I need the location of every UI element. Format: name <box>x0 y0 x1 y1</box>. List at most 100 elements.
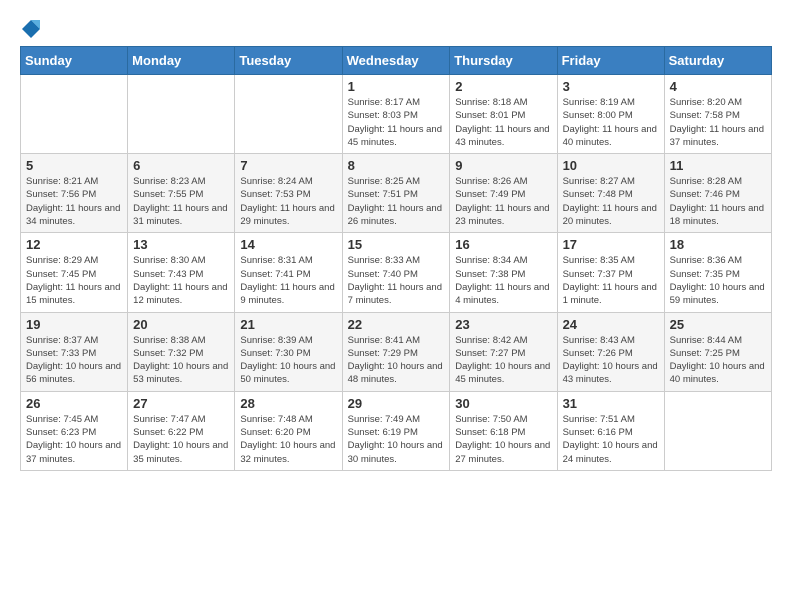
day-of-week-header: Tuesday <box>235 47 342 75</box>
calendar-cell: 18 Sunrise: 8:36 AM Sunset: 7:35 PM Dayli… <box>664 233 771 312</box>
day-info: Sunrise: 8:27 AM Sunset: 7:48 PM Dayligh… <box>563 175 659 228</box>
day-info: Sunrise: 8:43 AM Sunset: 7:26 PM Dayligh… <box>563 334 659 387</box>
day-number: 29 <box>348 396 445 411</box>
calendar-cell: 17Sunrise: 8:35 AM Sunset: 7:37 PM Dayli… <box>557 233 664 312</box>
day-info: Sunrise: 8:21 AM Sunset: 7:56 PM Dayligh… <box>26 175 122 228</box>
calendar-cell: 26 Sunrise: 7:45 AM Sunset: 6:23 PM Dayli… <box>21 391 128 470</box>
day-number: 1 <box>348 79 445 94</box>
day-number: 12 <box>26 237 122 252</box>
calendar-week-row: 1 Sunrise: 8:17 AM Sunset: 8:03 PM Daylig… <box>21 75 772 154</box>
calendar-cell: 21 Sunrise: 8:39 AM Sunset: 7:30 PM Dayli… <box>235 312 342 391</box>
day-info: Sunrise: 8:31 AM Sunset: 7:41 PM Dayligh… <box>240 254 336 307</box>
calendar-cell <box>128 75 235 154</box>
day-info: Sunrise: 8:17 AM Sunset: 8:03 PM Dayligh… <box>348 96 445 149</box>
calendar-cell: 24 Sunrise: 8:43 AM Sunset: 7:26 PM Dayli… <box>557 312 664 391</box>
day-number: 23 <box>455 317 551 332</box>
calendar-cell: 13 Sunrise: 8:30 AM Sunset: 7:43 PM Dayli… <box>128 233 235 312</box>
calendar-cell: 19Sunrise: 8:37 AM Sunset: 7:33 PM Dayli… <box>21 312 128 391</box>
day-of-week-header: Wednesday <box>342 47 450 75</box>
logo-icon <box>22 20 40 38</box>
calendar-cell: 25Sunrise: 8:44 AM Sunset: 7:25 PM Dayli… <box>664 312 771 391</box>
day-number: 21 <box>240 317 336 332</box>
day-info: Sunrise: 8:24 AM Sunset: 7:53 PM Dayligh… <box>240 175 336 228</box>
calendar-cell <box>664 391 771 470</box>
day-info: Sunrise: 7:45 AM Sunset: 6:23 PM Dayligh… <box>26 413 122 466</box>
calendar-cell: 7 Sunrise: 8:24 AM Sunset: 7:53 PM Daylig… <box>235 154 342 233</box>
day-info: Sunrise: 8:18 AM Sunset: 8:01 PM Dayligh… <box>455 96 551 149</box>
calendar-cell: 4Sunrise: 8:20 AM Sunset: 7:58 PM Daylig… <box>664 75 771 154</box>
calendar-cell: 30Sunrise: 7:50 AM Sunset: 6:18 PM Dayli… <box>450 391 557 470</box>
page-header <box>20 20 772 38</box>
day-of-week-header: Thursday <box>450 47 557 75</box>
day-info: Sunrise: 7:50 AM Sunset: 6:18 PM Dayligh… <box>455 413 551 466</box>
calendar-table: SundayMondayTuesdayWednesdayThursdayFrid… <box>20 46 772 471</box>
calendar-week-row: 5 Sunrise: 8:21 AM Sunset: 7:56 PM Daylig… <box>21 154 772 233</box>
day-number: 20 <box>133 317 229 332</box>
calendar-week-row: 19Sunrise: 8:37 AM Sunset: 7:33 PM Dayli… <box>21 312 772 391</box>
day-info: Sunrise: 8:23 AM Sunset: 7:55 PM Dayligh… <box>133 175 229 228</box>
calendar-cell: 3 Sunrise: 8:19 AM Sunset: 8:00 PM Daylig… <box>557 75 664 154</box>
day-info: Sunrise: 8:25 AM Sunset: 7:51 PM Dayligh… <box>348 175 445 228</box>
calendar-cell: 11Sunrise: 8:28 AM Sunset: 7:46 PM Dayli… <box>664 154 771 233</box>
day-number: 14 <box>240 237 336 252</box>
day-info: Sunrise: 8:42 AM Sunset: 7:27 PM Dayligh… <box>455 334 551 387</box>
day-number: 24 <box>563 317 659 332</box>
day-number: 13 <box>133 237 229 252</box>
day-info: Sunrise: 8:38 AM Sunset: 7:32 PM Dayligh… <box>133 334 229 387</box>
day-number: 26 <box>26 396 122 411</box>
calendar-cell: 20 Sunrise: 8:38 AM Sunset: 7:32 PM Dayli… <box>128 312 235 391</box>
calendar-cell: 16 Sunrise: 8:34 AM Sunset: 7:38 PM Dayli… <box>450 233 557 312</box>
calendar-cell: 31Sunrise: 7:51 AM Sunset: 6:16 PM Dayli… <box>557 391 664 470</box>
day-info: Sunrise: 8:26 AM Sunset: 7:49 PM Dayligh… <box>455 175 551 228</box>
calendar-cell: 5 Sunrise: 8:21 AM Sunset: 7:56 PM Daylig… <box>21 154 128 233</box>
calendar-week-row: 12 Sunrise: 8:29 AM Sunset: 7:45 PM Dayli… <box>21 233 772 312</box>
day-number: 31 <box>563 396 659 411</box>
day-number: 7 <box>240 158 336 173</box>
calendar-cell <box>235 75 342 154</box>
day-info: Sunrise: 7:48 AM Sunset: 6:20 PM Dayligh… <box>240 413 336 466</box>
calendar-cell <box>21 75 128 154</box>
day-number: 25 <box>670 317 766 332</box>
day-info: Sunrise: 8:30 AM Sunset: 7:43 PM Dayligh… <box>133 254 229 307</box>
calendar-cell: 28 Sunrise: 7:48 AM Sunset: 6:20 PM Dayli… <box>235 391 342 470</box>
day-number: 2 <box>455 79 551 94</box>
day-info: Sunrise: 8:35 AM Sunset: 7:37 PM Dayligh… <box>563 254 659 307</box>
calendar-cell: 1 Sunrise: 8:17 AM Sunset: 8:03 PM Daylig… <box>342 75 450 154</box>
day-of-week-header: Sunday <box>21 47 128 75</box>
calendar-cell: 15Sunrise: 8:33 AM Sunset: 7:40 PM Dayli… <box>342 233 450 312</box>
day-info: Sunrise: 8:37 AM Sunset: 7:33 PM Dayligh… <box>26 334 122 387</box>
day-number: 18 <box>670 237 766 252</box>
day-number: 27 <box>133 396 229 411</box>
day-info: Sunrise: 8:39 AM Sunset: 7:30 PM Dayligh… <box>240 334 336 387</box>
day-info: Sunrise: 8:19 AM Sunset: 8:00 PM Dayligh… <box>563 96 659 149</box>
day-number: 5 <box>26 158 122 173</box>
logo <box>20 20 40 38</box>
calendar-cell: 8 Sunrise: 8:25 AM Sunset: 7:51 PM Daylig… <box>342 154 450 233</box>
day-of-week-header: Saturday <box>664 47 771 75</box>
day-info: Sunrise: 8:41 AM Sunset: 7:29 PM Dayligh… <box>348 334 445 387</box>
calendar-cell: 27Sunrise: 7:47 AM Sunset: 6:22 PM Dayli… <box>128 391 235 470</box>
day-number: 22 <box>348 317 445 332</box>
day-number: 16 <box>455 237 551 252</box>
calendar-cell: 29 Sunrise: 7:49 AM Sunset: 6:19 PM Dayli… <box>342 391 450 470</box>
day-info: Sunrise: 7:49 AM Sunset: 6:19 PM Dayligh… <box>348 413 445 466</box>
day-info: Sunrise: 8:36 AM Sunset: 7:35 PM Dayligh… <box>670 254 766 307</box>
calendar-cell: 14 Sunrise: 8:31 AM Sunset: 7:41 PM Dayli… <box>235 233 342 312</box>
day-info: Sunrise: 8:20 AM Sunset: 7:58 PM Dayligh… <box>670 96 766 149</box>
day-number: 8 <box>348 158 445 173</box>
calendar-cell: 23 Sunrise: 8:42 AM Sunset: 7:27 PM Dayli… <box>450 312 557 391</box>
calendar-week-row: 26 Sunrise: 7:45 AM Sunset: 6:23 PM Dayli… <box>21 391 772 470</box>
day-info: Sunrise: 8:29 AM Sunset: 7:45 PM Dayligh… <box>26 254 122 307</box>
day-of-week-header: Friday <box>557 47 664 75</box>
calendar-cell: 2 Sunrise: 8:18 AM Sunset: 8:01 PM Daylig… <box>450 75 557 154</box>
day-number: 10 <box>563 158 659 173</box>
day-info: Sunrise: 8:34 AM Sunset: 7:38 PM Dayligh… <box>455 254 551 307</box>
day-number: 28 <box>240 396 336 411</box>
day-number: 3 <box>563 79 659 94</box>
day-number: 6 <box>133 158 229 173</box>
day-of-week-header: Monday <box>128 47 235 75</box>
day-info: Sunrise: 8:28 AM Sunset: 7:46 PM Dayligh… <box>670 175 766 228</box>
day-number: 15 <box>348 237 445 252</box>
calendar-header-row: SundayMondayTuesdayWednesdayThursdayFrid… <box>21 47 772 75</box>
calendar-cell: 22 Sunrise: 8:41 AM Sunset: 7:29 PM Dayli… <box>342 312 450 391</box>
